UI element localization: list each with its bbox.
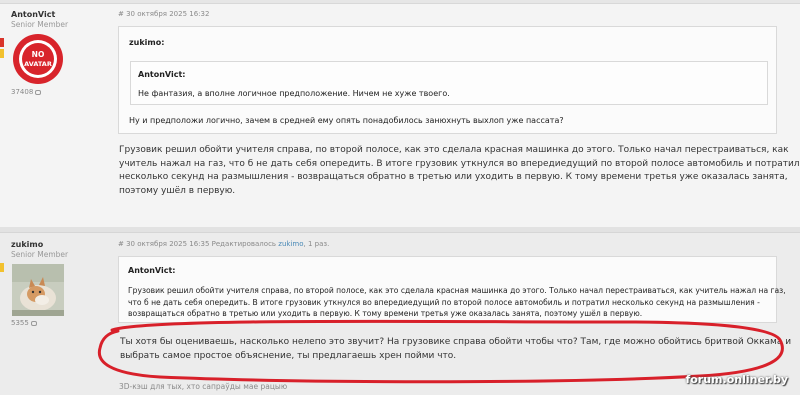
forum-thread: AntonVict Senior Member NO AVATAR 37408 … xyxy=(0,0,800,395)
highlight-circle-annotation xyxy=(97,319,784,384)
site-watermark: forum.onliner.by xyxy=(685,373,788,386)
